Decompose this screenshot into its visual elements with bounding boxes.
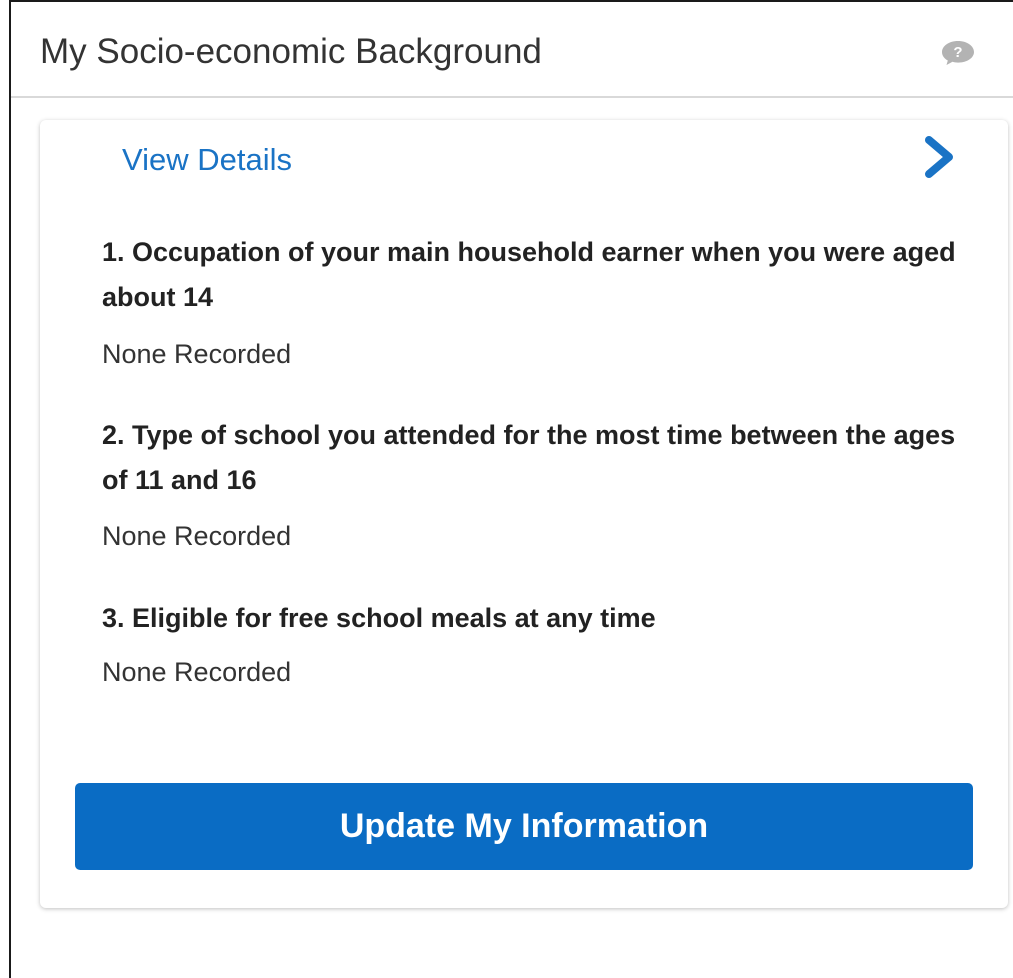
chevron-right-icon[interactable] bbox=[922, 136, 956, 178]
details-card: View Details 1. Occupation of your main … bbox=[40, 120, 1008, 908]
question-free-school-meals: 3. Eligible for free school meals at any… bbox=[102, 603, 656, 633]
svg-text:?: ? bbox=[953, 44, 962, 61]
answer-occupation: None Recorded bbox=[102, 339, 292, 369]
answer-free-school-meals: None Recorded bbox=[102, 657, 292, 687]
help-icon[interactable]: ? bbox=[940, 40, 976, 66]
answer-school-type: None Recorded bbox=[102, 521, 292, 551]
question-occupation: 1. Occupation of your main household ear… bbox=[102, 237, 956, 312]
widget-header: My Socio-economic Background ? bbox=[11, 2, 1013, 98]
question-school-type: 2. Type of school you attended for the m… bbox=[102, 420, 956, 495]
update-my-information-button[interactable]: Update My Information bbox=[75, 783, 973, 870]
view-details-link[interactable]: View Details bbox=[122, 138, 292, 182]
socio-economic-widget: My Socio-economic Background ? View Deta… bbox=[9, 0, 1013, 978]
widget-title: My Socio-economic Background bbox=[40, 32, 542, 71]
